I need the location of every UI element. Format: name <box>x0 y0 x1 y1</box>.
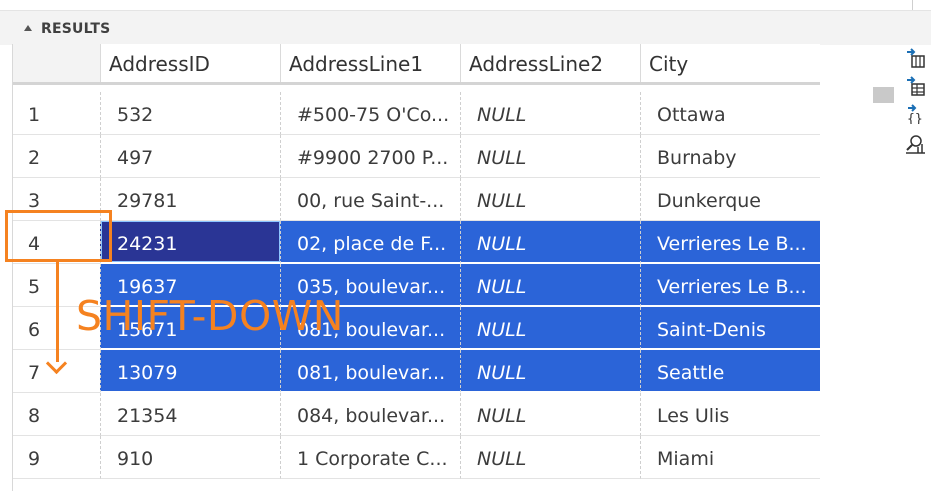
cell-addressline2[interactable]: NULL <box>460 393 640 436</box>
cell-addressline2[interactable]: NULL <box>460 264 640 307</box>
annotation-text: SHIFT-DOWN <box>76 292 344 340</box>
cell-addressline2[interactable]: NULL <box>460 135 640 178</box>
row-number[interactable]: 2 <box>12 135 100 178</box>
cell-addressid[interactable]: 910 <box>100 436 280 479</box>
cell-addressline2[interactable]: NULL <box>460 350 640 393</box>
cell-addressline2[interactable]: NULL <box>460 436 640 479</box>
cell-addressline2[interactable]: NULL <box>460 178 640 221</box>
header-rownum <box>12 44 100 82</box>
row-number[interactable]: 8 <box>12 393 100 436</box>
cell-city[interactable]: Dunkerque <box>640 178 820 221</box>
results-grid[interactable]: AddressID AddressLine1 AddressLine2 City… <box>12 44 820 491</box>
header-addressline1[interactable]: AddressLine1 <box>280 44 460 82</box>
header-city[interactable]: City <box>640 44 820 82</box>
cell-addressline1[interactable]: #500-75 O'Co... <box>280 92 460 135</box>
table-row-selected[interactable]: 7 13079 081, boulevar... NULL Seattle <box>12 350 820 393</box>
cell-addressline2[interactable]: NULL <box>460 307 640 350</box>
scroll-thumb[interactable] <box>873 87 894 103</box>
cell-addressline1[interactable]: 084, boulevar... <box>280 393 460 436</box>
row-number[interactable]: 9 <box>12 436 100 479</box>
row-number[interactable]: 1 <box>12 92 100 135</box>
header-addressid[interactable]: AddressID <box>100 44 280 82</box>
cell-addressline2[interactable]: NULL <box>460 221 640 264</box>
cell-city[interactable]: Verrieres Le B... <box>640 221 820 264</box>
annotation-arrow-line <box>56 262 59 362</box>
cell-addressline1[interactable]: 00, rue Saint-... <box>280 178 460 221</box>
collapse-caret-icon[interactable] <box>24 25 32 31</box>
cell-addressline1[interactable]: 1 Corporate C... <box>280 436 460 479</box>
header-addressline2[interactable]: AddressLine2 <box>460 44 640 82</box>
cell-addressid[interactable]: 497 <box>100 135 280 178</box>
results-panel-header[interactable]: RESULTS <box>0 10 931 45</box>
export-json-icon[interactable]: {} <box>903 104 927 127</box>
cell-city[interactable]: Seattle <box>640 350 820 393</box>
chart-icon[interactable] <box>903 134 927 154</box>
cell-city[interactable]: Verrieres Le B... <box>640 264 820 307</box>
table-row[interactable]: 9 910 1 Corporate C... NULL Miami <box>12 436 820 479</box>
cell-city[interactable]: Burnaby <box>640 135 820 178</box>
annotation-highlight-box <box>5 210 112 262</box>
cell-addressline1[interactable]: 081, boulevar... <box>280 350 460 393</box>
cell-addressline1[interactable]: 02, place de F... <box>280 221 460 264</box>
export-csv-icon[interactable] <box>903 48 927 68</box>
table-row-selected[interactable]: 4 24231 02, place de F... NULL Verrieres… <box>12 221 820 264</box>
svg-text:{}: {} <box>907 112 923 124</box>
cell-city[interactable]: Miami <box>640 436 820 479</box>
results-title: RESULTS <box>41 21 111 37</box>
cell-addressid[interactable]: 532 <box>100 92 280 135</box>
cell-addressline1[interactable]: #9900 2700 P... <box>280 135 460 178</box>
cell-addressid[interactable]: 29781 <box>100 178 280 221</box>
grid-header: AddressID AddressLine1 AddressLine2 City <box>12 44 820 85</box>
table-row[interactable]: 8 21354 084, boulevar... NULL Les Ulis <box>12 393 820 436</box>
grid-left-border <box>12 44 13 491</box>
cell-addressid-active[interactable]: 24231 <box>100 221 280 264</box>
table-row[interactable]: 3 29781 00, rue Saint-... NULL Dunkerque <box>12 178 820 221</box>
cell-city[interactable]: Saint-Denis <box>640 307 820 350</box>
cell-city[interactable]: Les Ulis <box>640 393 820 436</box>
cell-addressline2[interactable]: NULL <box>460 92 640 135</box>
export-excel-icon[interactable] <box>903 76 927 96</box>
cell-addressid[interactable]: 13079 <box>100 350 280 393</box>
window-edge <box>912 0 913 10</box>
table-row[interactable]: 2 497 #9900 2700 P... NULL Burnaby <box>12 135 820 178</box>
cell-addressid[interactable]: 21354 <box>100 393 280 436</box>
table-row[interactable]: 1 532 #500-75 O'Co... NULL Ottawa <box>12 92 820 135</box>
cell-city[interactable]: Ottawa <box>640 92 820 135</box>
